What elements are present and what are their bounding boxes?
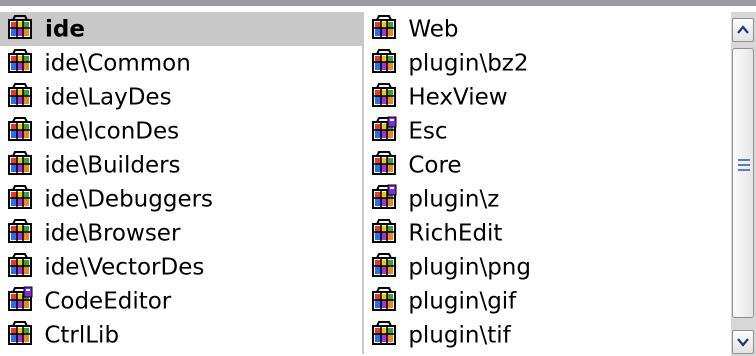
package-icon [6, 184, 34, 212]
package-name: plugin\z [408, 186, 500, 213]
package-list-item[interactable]: ide\Debuggers [0, 182, 362, 216]
package-icon [370, 218, 398, 246]
package-icon [370, 14, 398, 42]
package-icon [370, 48, 398, 76]
arrow-down-icon [737, 338, 749, 347]
package-flagged-icon [370, 184, 398, 212]
package-list-item[interactable]: plugin\bz2 [364, 46, 730, 80]
package-icon [6, 82, 34, 110]
package-name: ide\Browser [44, 220, 181, 247]
package-icon [6, 218, 34, 246]
package-icon [6, 320, 34, 348]
package-name: HexView [408, 84, 508, 111]
package-name: ide\Builders [44, 152, 181, 179]
package-icon [370, 82, 398, 110]
package-list-item[interactable]: plugin\png [364, 250, 730, 284]
scroll-down-button[interactable] [732, 330, 754, 354]
package-list-item[interactable]: Core [364, 148, 730, 182]
package-list-item[interactable]: ide\Common [0, 46, 362, 80]
package-list-item[interactable]: HexView [364, 80, 730, 114]
package-list-item[interactable]: ide\IconDes [0, 114, 362, 148]
package-name: ide [45, 16, 85, 43]
scroll-grip-icon [738, 159, 750, 174]
package-icon [370, 252, 398, 280]
package-name: ide\Debuggers [44, 186, 214, 213]
package-list-item[interactable]: plugin\gif [364, 284, 730, 318]
package-flagged-icon [370, 116, 398, 144]
vertical-scrollbar[interactable] [731, 12, 756, 356]
package-name: ide\IconDes [44, 118, 180, 145]
package-name: plugin\tif [408, 322, 511, 349]
package-icon [6, 14, 34, 42]
package-name: Web [408, 16, 459, 43]
package-list-item[interactable]: CtrlLib [0, 318, 362, 352]
package-icon [370, 150, 398, 178]
package-name: ide\VectorDes [44, 254, 205, 281]
package-name: ide\Common [44, 50, 191, 77]
package-list-right-column: Web plugin\bz2 HexView Esc Core plugin\z… [364, 12, 730, 354]
package-list-item[interactable]: ide [0, 12, 362, 46]
arrow-up-icon [737, 25, 749, 34]
package-list-item[interactable]: plugin\tif [364, 318, 730, 352]
scroll-up-button[interactable] [732, 18, 754, 42]
package-icon [6, 252, 34, 280]
scroll-thumb[interactable] [732, 48, 754, 318]
package-icon [6, 48, 34, 76]
package-name: RichEdit [408, 220, 503, 247]
package-name: CodeEditor [44, 288, 172, 315]
package-icon [6, 116, 34, 144]
package-list-item[interactable]: plugin\z [364, 182, 730, 216]
package-list-item[interactable]: CodeEditor [0, 284, 362, 318]
package-name: Core [408, 152, 462, 179]
package-list-item[interactable]: RichEdit [364, 216, 730, 250]
package-list-item[interactable]: Esc [364, 114, 730, 148]
package-list-window: ide ide\Common ide\LayDes ide\IconDes id… [0, 0, 756, 356]
package-name: Esc [408, 118, 448, 145]
package-icon [6, 150, 34, 178]
package-name: plugin\bz2 [408, 50, 529, 77]
package-flagged-icon [6, 286, 34, 314]
package-list-item[interactable]: ide\LayDes [0, 80, 362, 114]
package-name: plugin\gif [408, 288, 517, 315]
package-name: ide\LayDes [44, 84, 172, 111]
package-list-left-column: ide ide\Common ide\LayDes ide\IconDes id… [0, 12, 364, 354]
package-icon [370, 286, 398, 314]
package-list-item[interactable]: Web [364, 12, 730, 46]
package-icon [370, 320, 398, 348]
package-name: plugin\png [408, 254, 531, 281]
package-list-item[interactable]: ide\VectorDes [0, 250, 362, 284]
package-name: CtrlLib [44, 322, 120, 349]
package-list-item[interactable]: ide\Builders [0, 148, 362, 182]
package-list-item[interactable]: ide\Browser [0, 216, 362, 250]
